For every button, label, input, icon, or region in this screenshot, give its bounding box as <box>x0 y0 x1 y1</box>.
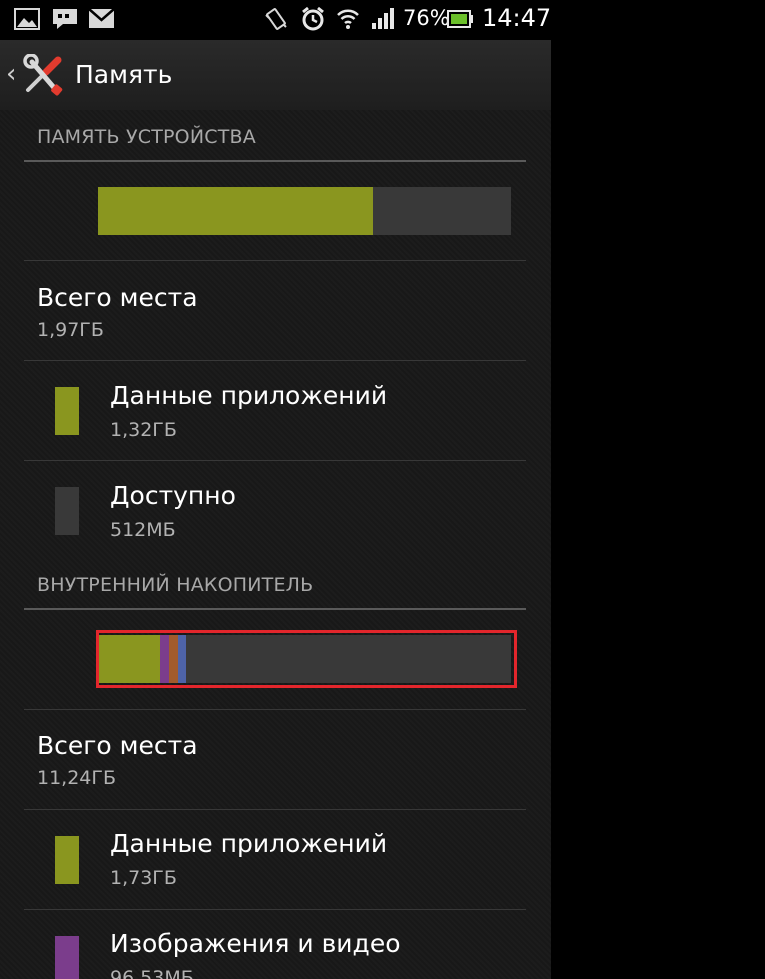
status-bar: 76% 14:47 <box>0 0 551 40</box>
action-bar: ‹ Память <box>0 40 551 110</box>
clock: 14:47 <box>482 4 551 32</box>
item-value: 1,32ГБ <box>110 419 177 441</box>
battery-icon <box>447 9 475 33</box>
item-value: 96,53МБ <box>110 967 194 979</box>
internal-storage-images-video[interactable]: Изображения и видео 96,53МБ <box>24 910 526 979</box>
available-swatch <box>55 487 79 535</box>
alarm-icon <box>300 6 326 36</box>
device-memory-total[interactable]: Всего места 1,97ГБ <box>24 261 526 361</box>
page-title: Память <box>75 60 173 89</box>
item-label: Доступно <box>110 481 236 510</box>
chevron-left-icon[interactable]: ‹ <box>6 60 16 88</box>
mail-icon <box>88 8 115 34</box>
device-memory-available[interactable]: Доступно 512МБ <box>24 461 526 560</box>
signal-icon <box>371 7 397 35</box>
section-header-label: ВНУТРЕННИЙ НАКОПИТЕЛЬ <box>37 574 314 596</box>
phone-screen: 76% 14:47 ‹ Память ПАМЯТЬ УСТРОЙСТВА Все… <box>0 0 551 979</box>
app-data-swatch <box>55 387 79 435</box>
usage-segment-app-data <box>98 187 374 235</box>
highlight-box <box>96 630 517 688</box>
tools-icon[interactable] <box>22 53 66 98</box>
section-header-label: ПАМЯТЬ УСТРОЙСТВА <box>37 126 256 148</box>
app-data-swatch <box>55 836 79 884</box>
internal-storage-usage-bar-row <box>24 609 526 710</box>
internal-storage-total[interactable]: Всего места 11,24ГБ <box>24 710 526 810</box>
item-label: Данные приложений <box>110 381 388 410</box>
internal-storage-app-data[interactable]: Данные приложений 1,73ГБ <box>24 810 526 910</box>
image-icon <box>14 8 40 34</box>
device-memory-usage-bar <box>98 187 511 235</box>
device-memory-app-data[interactable]: Данные приложений 1,32ГБ <box>24 361 526 461</box>
images-video-swatch <box>55 936 79 979</box>
section-header-internal-storage: ВНУТРЕННИЙ НАКОПИТЕЛЬ <box>24 560 526 610</box>
total-label: Всего места <box>37 731 198 760</box>
total-value: 1,97ГБ <box>37 319 104 341</box>
item-value: 512МБ <box>110 519 176 541</box>
vibrate-icon <box>263 7 289 35</box>
section-header-device-memory: ПАМЯТЬ УСТРОЙСТВА <box>24 112 526 162</box>
device-memory-usage-bar-row <box>24 160 526 261</box>
total-value: 11,24ГБ <box>37 767 117 789</box>
item-value: 1,73ГБ <box>110 867 177 889</box>
battery-percent: 76% <box>403 6 450 30</box>
item-label: Данные приложений <box>110 829 388 858</box>
wifi-icon <box>336 6 360 34</box>
total-label: Всего места <box>37 283 198 312</box>
item-label: Изображения и видео <box>110 929 401 958</box>
message-icon <box>52 8 78 34</box>
